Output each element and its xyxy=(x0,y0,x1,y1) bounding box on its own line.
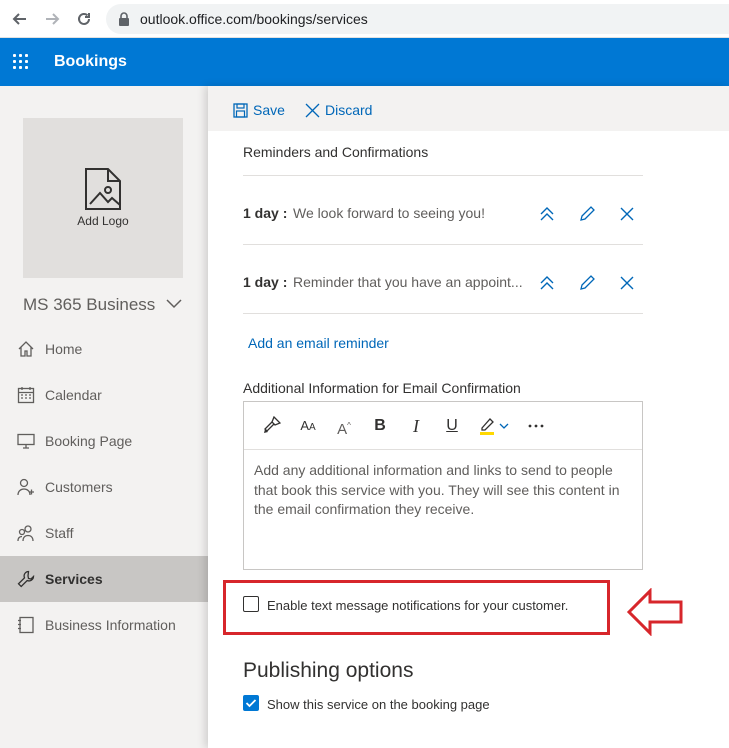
edit-icon[interactable] xyxy=(579,275,595,291)
command-bar: Save Discard xyxy=(208,86,729,131)
divider xyxy=(243,313,643,314)
show-on-booking-page-checkbox[interactable] xyxy=(243,695,259,711)
checkmark-icon xyxy=(245,699,257,708)
wrench-icon xyxy=(17,570,35,588)
editor-toolbar: AA A^ B I U xyxy=(244,402,642,450)
delete-icon[interactable] xyxy=(619,275,635,291)
format-painter-icon[interactable] xyxy=(262,415,282,436)
divider xyxy=(243,244,643,245)
highlight-icon[interactable] xyxy=(478,416,514,436)
sidebar-item-booking-page[interactable]: Booking Page xyxy=(0,418,208,464)
save-label: Save xyxy=(253,102,285,118)
image-file-icon xyxy=(85,168,121,210)
sidebar-item-home[interactable]: Home xyxy=(0,326,208,372)
publishing-options-title: Publishing options xyxy=(243,659,414,682)
underline-icon[interactable]: U xyxy=(442,416,462,436)
business-name[interactable]: MS 365 Business xyxy=(23,295,155,315)
sidebar-item-business-information[interactable]: Business Information xyxy=(0,602,208,648)
reminder-text: Reminder that you have an appoint... xyxy=(293,274,523,290)
sidebar-item-services[interactable]: Services xyxy=(0,556,208,602)
reminders-section-title: Reminders and Confirmations xyxy=(243,144,429,160)
save-button[interactable]: Save xyxy=(233,102,313,121)
sms-notifications-label: Enable text message notifications for yo… xyxy=(267,598,569,613)
font-size-icon[interactable]: AA xyxy=(298,416,318,436)
back-arrow-icon[interactable] xyxy=(10,9,30,29)
add-logo-label: Add Logo xyxy=(77,214,129,228)
show-on-booking-page-label: Show this service on the booking page xyxy=(267,697,490,712)
reload-icon[interactable] xyxy=(74,9,94,29)
sms-notifications-checkbox[interactable] xyxy=(243,596,259,612)
add-logo-button[interactable]: Add Logo xyxy=(23,118,183,278)
address-bar[interactable]: outlook.office.com/bookings/services xyxy=(106,4,729,34)
move-up-icon[interactable] xyxy=(539,206,555,222)
sidebar-item-label: Business Information xyxy=(45,617,176,633)
divider xyxy=(243,175,643,176)
sidebar-item-label: Services xyxy=(45,571,103,587)
superscript-icon[interactable]: A^ xyxy=(334,416,354,438)
staff-icon xyxy=(17,525,34,542)
sidebar-item-customers[interactable]: Customers xyxy=(0,464,208,510)
save-icon xyxy=(233,103,248,118)
info-icon xyxy=(18,616,34,634)
reminder-day: 1 day : xyxy=(243,274,288,290)
sidebar-item-staff[interactable]: Staff xyxy=(0,510,208,556)
sidebar-item-label: Booking Page xyxy=(45,433,133,449)
close-icon xyxy=(305,103,320,118)
browser-toolbar: outlook.office.com/bookings/services xyxy=(0,0,729,38)
app-launcher-icon[interactable] xyxy=(13,54,29,70)
chevron-down-icon[interactable] xyxy=(165,296,183,310)
email-confirmation-editor[interactable]: AA A^ B I U Add any additional informati… xyxy=(243,401,643,570)
discard-label: Discard xyxy=(325,102,373,118)
move-up-icon[interactable] xyxy=(539,275,555,291)
reminder-day: 1 day : xyxy=(243,205,288,221)
lock-icon xyxy=(119,12,129,26)
sidebar-item-calendar[interactable]: Calendar xyxy=(0,372,208,418)
sidebar-item-label: Home xyxy=(45,341,83,357)
edit-icon[interactable] xyxy=(579,206,595,222)
forward-arrow-icon[interactable] xyxy=(42,9,62,29)
sidebar-item-label: Staff xyxy=(45,525,74,541)
sidebar: Add Logo MS 365 Business Home Calendar B… xyxy=(0,86,208,748)
customers-icon xyxy=(17,478,34,496)
bold-icon[interactable]: B xyxy=(370,416,390,436)
home-icon xyxy=(18,341,34,357)
monitor-icon xyxy=(17,433,35,449)
delete-icon[interactable] xyxy=(619,206,635,222)
email-confirmation-label: Additional Information for Email Confirm… xyxy=(243,380,521,396)
sidebar-item-label: Customers xyxy=(45,479,113,495)
arrow-left-icon xyxy=(626,588,683,636)
calendar-icon xyxy=(17,387,35,404)
italic-icon[interactable]: I xyxy=(406,416,426,436)
editor-placeholder: Add any additional information and links… xyxy=(254,462,620,517)
add-email-reminder-link[interactable]: Add an email reminder xyxy=(248,335,389,351)
reminder-text: We look forward to seeing you! xyxy=(293,205,485,221)
app-header: Bookings xyxy=(0,38,729,86)
more-icon[interactable] xyxy=(526,416,546,436)
sidebar-item-label: Calendar xyxy=(45,387,102,403)
discard-button[interactable]: Discard xyxy=(305,102,395,121)
app-title[interactable]: Bookings xyxy=(54,53,127,71)
url-text: outlook.office.com/bookings/services xyxy=(140,11,368,27)
